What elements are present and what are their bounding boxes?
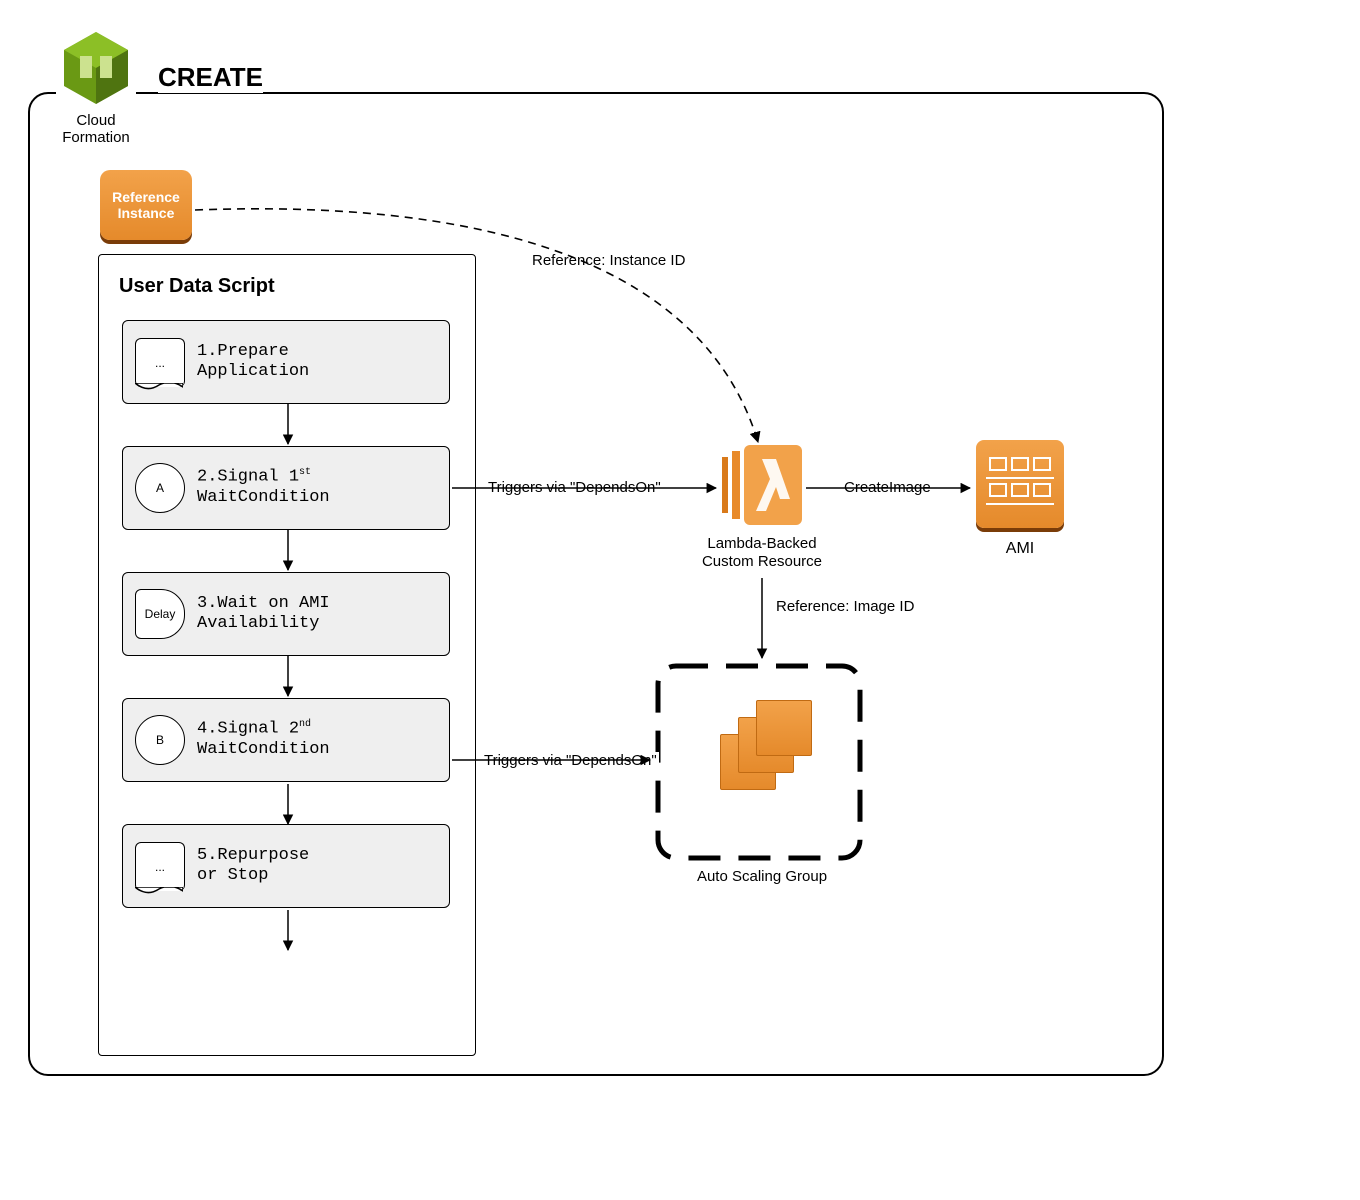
ami-label: AMI [976, 540, 1064, 558]
step-text: 1.PrepareApplication [197, 342, 309, 383]
reference-instance-label: Reference Instance [112, 189, 180, 221]
step-4: B 4.Signal 2ndWaitCondition [122, 698, 450, 782]
step-text: 4.Signal 2ndWaitCondition [197, 719, 330, 760]
circle-icon: A [135, 463, 185, 513]
reference-instance-node: Reference Instance [100, 170, 192, 240]
step-text: 3.Wait on AMIAvailability [197, 594, 330, 635]
cloudformation-label: Cloud Formation [46, 112, 146, 146]
circle-icon: B [135, 715, 185, 765]
step-1: ... 1.PrepareApplication [122, 320, 450, 404]
user-data-script-title: User Data Script [119, 275, 275, 298]
edge-label-triggers-1: Triggers via "DependsOn" [486, 479, 663, 496]
lambda-label: Lambda-Backed Custom Resource [692, 535, 832, 571]
step-2: A 2.Signal 1stWaitCondition [122, 446, 450, 530]
lambda-icon [722, 445, 802, 525]
edge-label-ref-image-id: Reference: Image ID [774, 598, 916, 615]
step-5: ... 5.Repurposeor Stop [122, 824, 450, 908]
edge-label-ref-instance-id: Reference: Instance ID [530, 252, 687, 269]
ellipsis-icon: ... [135, 338, 185, 387]
diagram-title: CREATE [158, 62, 263, 93]
ellipsis-icon: ... [135, 842, 185, 891]
step-3: Delay 3.Wait on AMIAvailability [122, 572, 450, 656]
cloudformation-icon [56, 28, 136, 108]
delay-icon: Delay [135, 589, 185, 639]
edge-label-create-image: CreateImage [842, 479, 933, 496]
ami-icon [976, 440, 1064, 528]
asg-label: Auto Scaling Group [672, 868, 852, 885]
step-text: 5.Repurposeor Stop [197, 846, 309, 887]
step-text: 2.Signal 1stWaitCondition [197, 467, 330, 508]
edge-label-triggers-2: Triggers via "DependsOn" [482, 752, 659, 769]
asg-instances-icon [720, 700, 810, 790]
